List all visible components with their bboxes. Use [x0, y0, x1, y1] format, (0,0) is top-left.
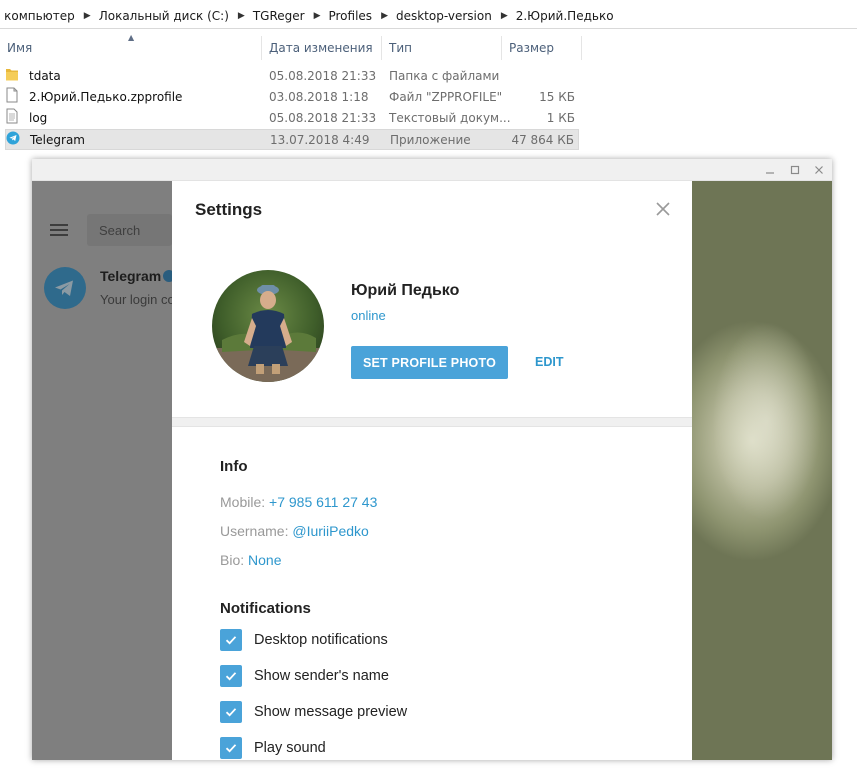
bio-label: Bio: — [220, 552, 245, 568]
telegram-window: Search Telegram Your login co Settings Ю… — [32, 159, 832, 760]
file-name: 2.Юрий.Педько.zpprofile — [29, 90, 183, 104]
file-row[interactable]: 2.Юрий.Педько.zpprofile 03.08.2018 1:18 … — [5, 87, 579, 108]
telegram-logo-icon — [55, 280, 73, 296]
window-close-icon[interactable] — [811, 162, 827, 178]
telegram-icon — [6, 131, 20, 145]
username-value[interactable]: @IuriiPedko — [292, 523, 368, 539]
file-type: Текстовый докум... — [389, 111, 511, 125]
column-header-size[interactable]: Размер — [502, 36, 582, 60]
file-type: Папка с файлами — [389, 69, 500, 83]
column-header-type[interactable]: Тип — [382, 36, 502, 60]
file-date: 05.08.2018 21:33 — [269, 69, 377, 83]
info-heading: Info — [220, 458, 248, 475]
settings-modal: Settings Юрий Педько online SET PROFILE … — [172, 181, 692, 760]
file-size: 15 КБ — [539, 90, 575, 104]
search-placeholder: Search — [99, 223, 141, 238]
breadcrumb-chevron-icon[interactable]: ▶ — [501, 11, 508, 21]
chat-background — [692, 181, 832, 760]
checkbox-label[interactable]: Play sound — [254, 740, 326, 756]
profile-name: Юрий Педько — [351, 282, 460, 299]
text-file-icon — [6, 108, 18, 124]
checkbox-checked[interactable] — [220, 629, 242, 651]
file-date: 03.08.2018 1:18 — [269, 90, 369, 104]
folder-icon — [6, 69, 18, 81]
mobile-label: Mobile: — [220, 494, 266, 510]
checkmark-icon — [225, 672, 237, 681]
bio-value[interactable]: None — [248, 552, 281, 568]
profile-status: online — [351, 308, 386, 323]
file-type: Приложение — [390, 133, 471, 147]
search-input[interactable]: Search — [87, 214, 172, 246]
file-size: 1 КБ — [546, 111, 575, 125]
mobile-value[interactable]: +7 985 611 27 43 — [269, 494, 377, 510]
breadcrumb-item[interactable]: Локальный диск (C:) — [99, 9, 229, 23]
show-message-preview-option[interactable]: Show message preview — [220, 700, 407, 724]
breadcrumb-item[interactable]: desktop-version — [396, 9, 492, 23]
notifications-heading: Notifications — [220, 600, 311, 617]
breadcrumb-chevron-icon[interactable]: ▶ — [314, 11, 321, 21]
checkbox-checked[interactable] — [220, 665, 242, 687]
breadcrumb-chevron-icon[interactable]: ▶ — [381, 11, 388, 21]
column-header-date[interactable]: Дата изменения — [262, 36, 382, 60]
info-bio: Bio: None — [220, 552, 281, 568]
breadcrumb-chevron-icon[interactable]: ▶ — [238, 11, 245, 21]
close-icon[interactable] — [653, 199, 673, 219]
checkbox-label[interactable]: Show sender's name — [254, 668, 389, 684]
checkbox-checked[interactable] — [220, 701, 242, 723]
chat-preview: Your login co — [100, 292, 175, 307]
modal-title: Settings — [195, 200, 263, 219]
set-profile-photo-button[interactable]: SET PROFILE PHOTO — [351, 346, 508, 379]
file-date: 05.08.2018 21:33 — [269, 111, 377, 125]
breadcrumb: г компьютер ▶ Локальный диск (C:) ▶ TGRe… — [0, 4, 857, 29]
file-list: tdata 05.08.2018 21:33 Папка с файлами 2… — [5, 66, 579, 150]
breadcrumb-item[interactable]: TGReger — [253, 9, 305, 23]
breadcrumb-item[interactable]: г компьютер — [0, 9, 75, 23]
menu-icon[interactable] — [50, 224, 68, 236]
checkmark-icon — [225, 636, 237, 645]
file-size: 47 864 КБ — [511, 133, 574, 147]
window-titlebar[interactable] — [32, 159, 832, 181]
file-name: tdata — [29, 69, 61, 83]
avatar[interactable] — [212, 270, 324, 382]
column-header-name[interactable]: Имя — [0, 36, 262, 60]
info-mobile: Mobile: +7 985 611 27 43 — [220, 494, 377, 510]
file-name: Telegram — [30, 133, 85, 147]
checkbox-label[interactable]: Show message preview — [254, 704, 407, 720]
desktop-notifications-option[interactable]: Desktop notifications — [220, 628, 388, 652]
checkbox-label[interactable]: Desktop notifications — [254, 632, 388, 648]
info-username: Username: @IuriiPedko — [220, 523, 369, 539]
breadcrumb-item[interactable]: 2.Юрий.Педько — [516, 9, 614, 23]
section-divider — [172, 417, 692, 427]
show-sender-name-option[interactable]: Show sender's name — [220, 664, 389, 688]
checkbox-checked[interactable] — [220, 737, 242, 759]
file-row[interactable]: log 05.08.2018 21:33 Текстовый докум... … — [5, 108, 579, 129]
file-name: log — [29, 111, 48, 125]
play-sound-option[interactable]: Play sound — [220, 736, 326, 760]
file-row-selected[interactable]: Telegram 13.07.2018 4:49 Приложение 47 8… — [5, 129, 579, 150]
file-type: Файл "ZPPROFILE" — [389, 90, 503, 104]
breadcrumb-item[interactable]: Profiles — [328, 9, 372, 23]
file-row[interactable]: tdata 05.08.2018 21:33 Папка с файлами — [5, 66, 579, 87]
chat-avatar[interactable] — [44, 267, 86, 309]
username-label: Username: — [220, 523, 289, 539]
file-date: 13.07.2018 4:49 — [270, 133, 370, 147]
edit-profile-button[interactable]: EDIT — [535, 355, 563, 369]
minimize-icon[interactable] — [762, 162, 778, 178]
maximize-icon[interactable] — [787, 162, 803, 178]
checkmark-icon — [225, 708, 237, 717]
chat-title[interactable]: Telegram — [100, 268, 161, 284]
file-icon — [6, 87, 18, 103]
chat-sidebar: Search Telegram Your login co — [32, 181, 175, 760]
breadcrumb-chevron-icon[interactable]: ▶ — [84, 11, 91, 21]
checkmark-icon — [225, 744, 237, 753]
